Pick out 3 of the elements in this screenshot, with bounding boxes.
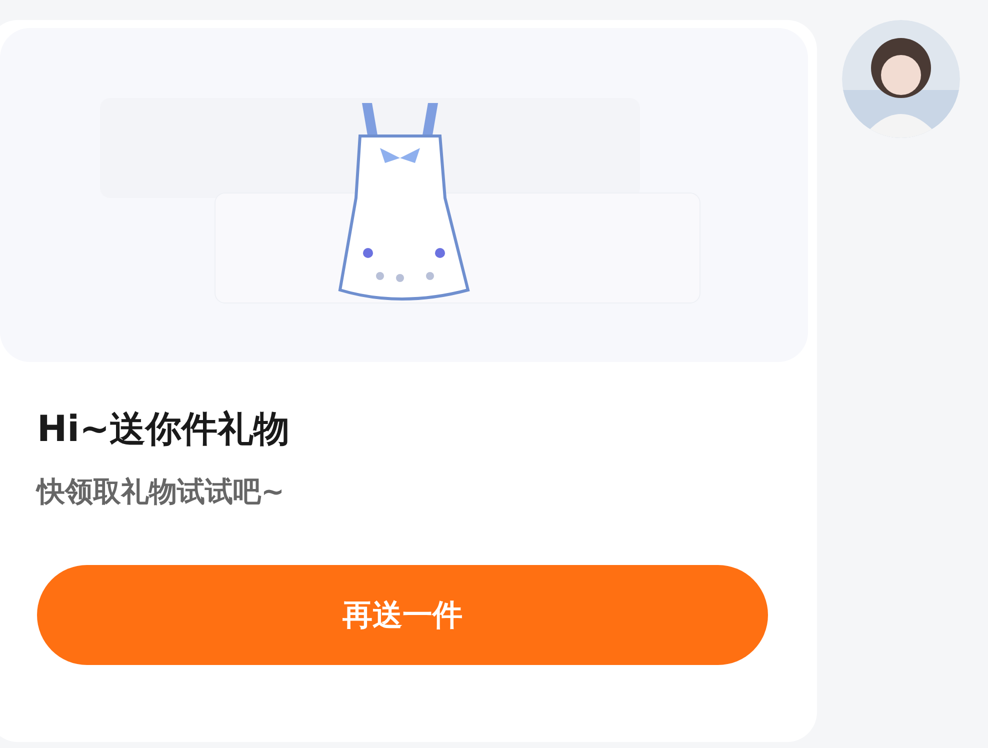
gift-subtitle: 快领取礼物试试吧~ [37,474,286,510]
send-again-button[interactable]: 再送一件 [37,565,768,665]
gift-title: Hi~送你件礼物 [37,408,291,452]
